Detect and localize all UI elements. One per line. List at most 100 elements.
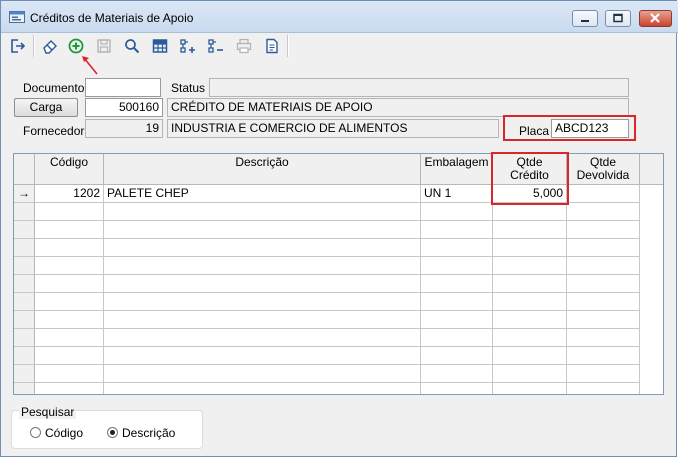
grid-cell-embalagem[interactable] xyxy=(421,311,493,329)
grid-cell-qtde-devolvida[interactable] xyxy=(567,275,640,293)
remove-item-button[interactable] xyxy=(203,34,229,58)
grid-cell-descricao[interactable] xyxy=(104,347,421,365)
grid-cell-qtde-credito[interactable] xyxy=(493,239,567,257)
grid-cell-codigo[interactable] xyxy=(35,329,104,347)
print-button[interactable] xyxy=(231,34,257,58)
minimize-button[interactable] xyxy=(572,10,598,27)
clear-button[interactable] xyxy=(37,34,63,58)
grid-cell-embalagem[interactable] xyxy=(421,365,493,383)
grid-cell-qtde-devolvida[interactable] xyxy=(567,257,640,275)
add-item-icon xyxy=(180,39,195,53)
radio-codigo-button[interactable] xyxy=(30,427,41,438)
grid-cell-qtde-devolvida[interactable] xyxy=(567,239,640,257)
grid-header-qtde-devolvida[interactable]: Qtde Devolvida xyxy=(567,154,640,185)
radio-codigo-label[interactable]: Código xyxy=(45,426,83,440)
grid-cell-codigo[interactable] xyxy=(35,275,104,293)
grid-cell-codigo[interactable] xyxy=(35,311,104,329)
grid-cell-indicator xyxy=(14,239,35,257)
grid-filler xyxy=(640,311,663,329)
grid-cell-embalagem[interactable] xyxy=(421,383,493,394)
grid-cell-descricao[interactable] xyxy=(104,257,421,275)
grid-cell-descricao[interactable]: PALETE CHEP xyxy=(104,185,421,203)
grid-cell-descricao[interactable] xyxy=(104,311,421,329)
fornecedor-label: Fornecedor xyxy=(23,124,85,138)
grid-cell-qtde-devolvida[interactable] xyxy=(567,203,640,221)
grid-cell-qtde-credito[interactable] xyxy=(493,365,567,383)
grid-cell-qtde-devolvida[interactable] xyxy=(567,185,640,203)
grid-cell-embalagem[interactable] xyxy=(421,203,493,221)
grid-cell-qtde-credito[interactable] xyxy=(493,383,567,394)
search-button[interactable] xyxy=(119,34,145,58)
grid-cell-descricao[interactable] xyxy=(104,221,421,239)
grid-cell-codigo[interactable] xyxy=(35,383,104,394)
grid-cell-qtde-devolvida[interactable] xyxy=(567,347,640,365)
grid-cell-indicator xyxy=(14,275,35,293)
grid-cell-codigo[interactable] xyxy=(35,347,104,365)
grid-cell-qtde-credito[interactable] xyxy=(493,221,567,239)
search-group-title: Pesquisar xyxy=(19,405,77,419)
grid-cell-qtde-devolvida[interactable] xyxy=(567,221,640,239)
toolbar xyxy=(5,32,673,59)
grid-cell-descricao[interactable] xyxy=(104,203,421,221)
grid-cell-qtde-credito[interactable] xyxy=(493,293,567,311)
document-button[interactable] xyxy=(259,34,285,58)
close-button[interactable] xyxy=(639,10,672,27)
maximize-button[interactable] xyxy=(605,10,631,27)
grid-cell-codigo[interactable] xyxy=(35,365,104,383)
grid-cell-qtde-credito[interactable] xyxy=(493,275,567,293)
grid-cell-indicator xyxy=(14,365,35,383)
grid-cell-qtde-credito[interactable] xyxy=(493,311,567,329)
exit-button[interactable] xyxy=(5,34,31,58)
placa-field[interactable]: ABCD123 xyxy=(551,119,629,138)
main-window: Créditos de Materiais de Apoio Documento… xyxy=(0,0,678,457)
grid-filler xyxy=(640,221,663,239)
close-icon xyxy=(650,13,660,23)
grid-cell-descricao[interactable] xyxy=(104,293,421,311)
grid-cell-embalagem[interactable] xyxy=(421,293,493,311)
grid-cell-embalagem[interactable]: UN 1 xyxy=(421,185,493,203)
grid-cell-embalagem[interactable] xyxy=(421,329,493,347)
minimize-icon xyxy=(581,20,589,22)
grid-cell-qtde-credito[interactable] xyxy=(493,203,567,221)
exit-icon xyxy=(11,39,26,53)
grid-cell-qtde-credito[interactable] xyxy=(493,347,567,365)
grid-cell-codigo[interactable]: 1202 xyxy=(35,185,104,203)
grid-cell-qtde-devolvida[interactable] xyxy=(567,311,640,329)
grid-cell-codigo[interactable] xyxy=(35,293,104,311)
grid-cell-codigo[interactable] xyxy=(35,221,104,239)
grid-cell-qtde-devolvida[interactable] xyxy=(567,383,640,394)
grid-cell-descricao[interactable] xyxy=(104,275,421,293)
grid-cell-embalagem[interactable] xyxy=(421,239,493,257)
grid-cell-descricao[interactable] xyxy=(104,383,421,394)
radio-descricao-button[interactable] xyxy=(107,427,118,438)
carga-field[interactable]: 500160 xyxy=(85,98,163,117)
grid-cell-descricao[interactable] xyxy=(104,365,421,383)
grid-cell-codigo[interactable] xyxy=(35,239,104,257)
grid-cell-qtde-devolvida[interactable] xyxy=(567,329,640,347)
grid-cell-embalagem[interactable] xyxy=(421,221,493,239)
add-item-button[interactable] xyxy=(175,34,201,58)
radio-descricao-label[interactable]: Descrição xyxy=(122,426,175,440)
grid-cell-embalagem[interactable] xyxy=(421,275,493,293)
grid-cell-qtde-credito[interactable] xyxy=(493,257,567,275)
grid-cell-codigo[interactable] xyxy=(35,203,104,221)
grid-cell-qtde-devolvida[interactable] xyxy=(567,365,640,383)
grid-cell-qtde-credito[interactable] xyxy=(493,329,567,347)
carga-button[interactable]: Carga xyxy=(14,98,78,117)
grid-filler xyxy=(640,383,663,394)
grid-cell-qtde-devolvida[interactable] xyxy=(567,293,640,311)
grid-cell-descricao[interactable] xyxy=(104,329,421,347)
search-icon xyxy=(125,39,140,54)
table-button[interactable] xyxy=(147,34,173,58)
grid-header-codigo[interactable]: Código xyxy=(35,154,104,185)
grid-filler xyxy=(640,329,663,347)
status-label: Status xyxy=(171,81,206,95)
grid-cell-indicator xyxy=(14,293,35,311)
grid-cell-embalagem[interactable] xyxy=(421,257,493,275)
grid-cell-embalagem[interactable] xyxy=(421,347,493,365)
documento-field[interactable] xyxy=(85,78,161,97)
grid-cell-descricao[interactable] xyxy=(104,239,421,257)
grid-header-embalagem[interactable]: Embalagem xyxy=(421,154,493,185)
grid-header-descricao[interactable]: Descrição xyxy=(104,154,421,185)
grid-cell-codigo[interactable] xyxy=(35,257,104,275)
